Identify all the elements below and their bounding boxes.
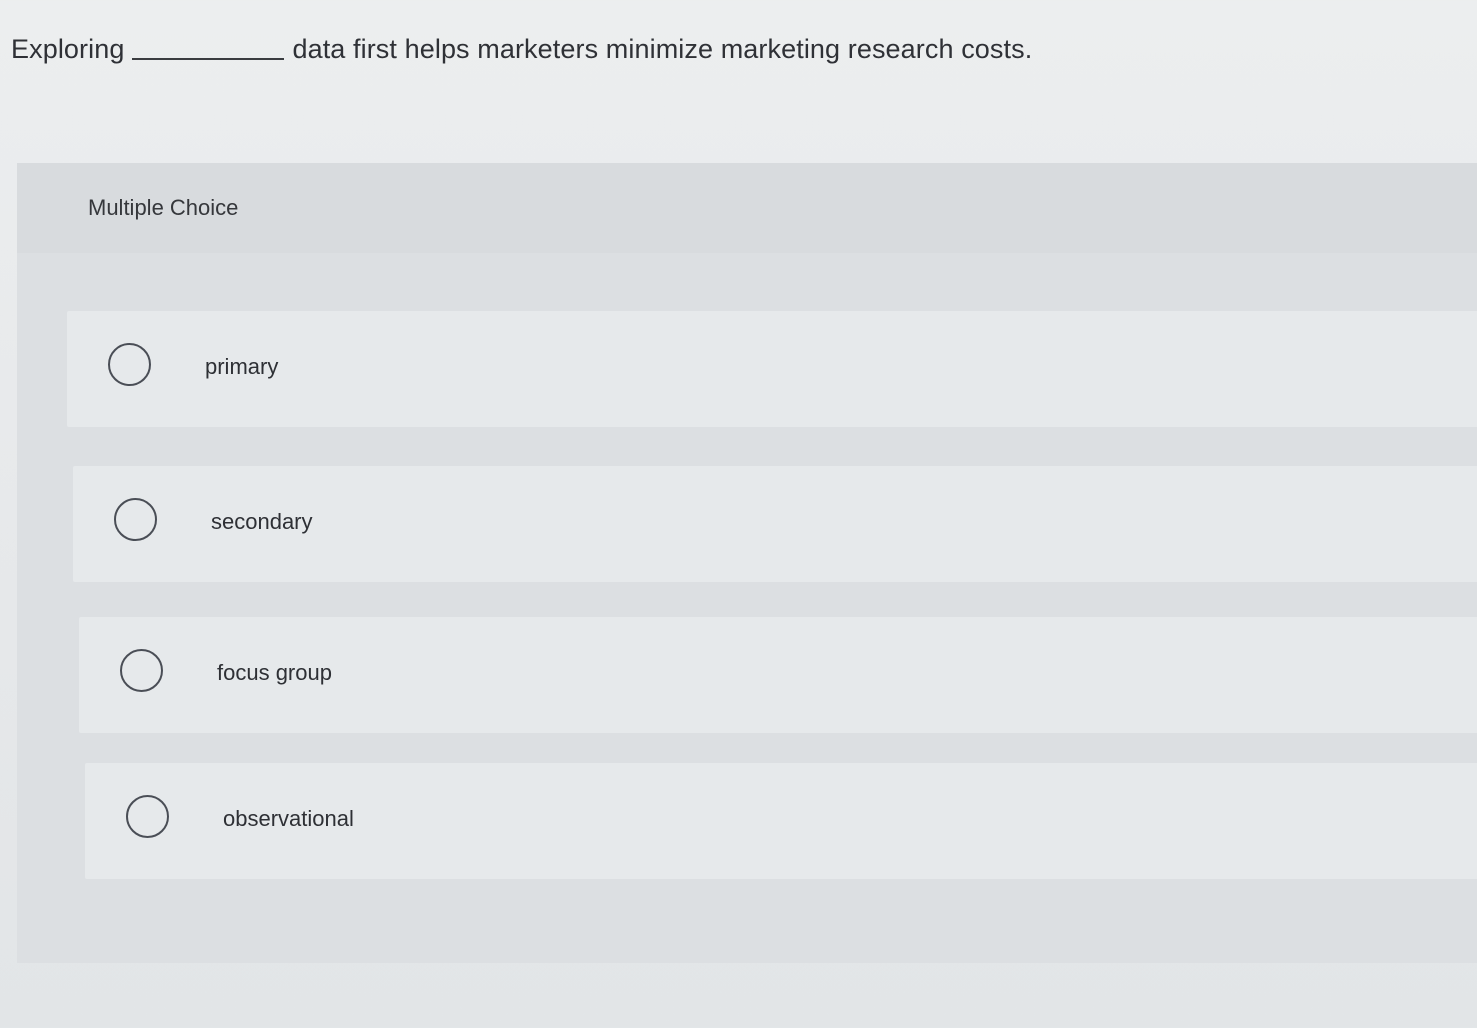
option-label: primary bbox=[205, 354, 279, 379]
option-label: secondary bbox=[211, 509, 313, 534]
multiple-choice-header: Multiple Choice bbox=[17, 163, 1477, 253]
question-text: Exploring data first helps marketers mini… bbox=[11, 34, 1032, 65]
multiple-choice-label: Multiple Choice bbox=[88, 195, 239, 220]
radio-button-icon[interactable] bbox=[126, 795, 169, 838]
multiple-choice-panel: Multiple Choice primary secondary focus … bbox=[17, 163, 1477, 963]
radio-button-icon[interactable] bbox=[108, 343, 151, 386]
option-observational[interactable]: observational bbox=[85, 763, 1477, 879]
radio-button-icon[interactable] bbox=[120, 649, 163, 692]
option-label: focus group bbox=[217, 660, 332, 685]
answer-blank bbox=[132, 58, 285, 60]
question-prefix: Exploring bbox=[11, 34, 125, 64]
radio-button-icon[interactable] bbox=[114, 498, 157, 541]
option-secondary[interactable]: secondary bbox=[73, 466, 1477, 582]
question-suffix: data first helps marketers minimize mark… bbox=[292, 34, 1033, 64]
option-primary[interactable]: primary bbox=[67, 311, 1477, 427]
option-label: observational bbox=[223, 806, 354, 831]
option-focus-group[interactable]: focus group bbox=[79, 617, 1477, 733]
